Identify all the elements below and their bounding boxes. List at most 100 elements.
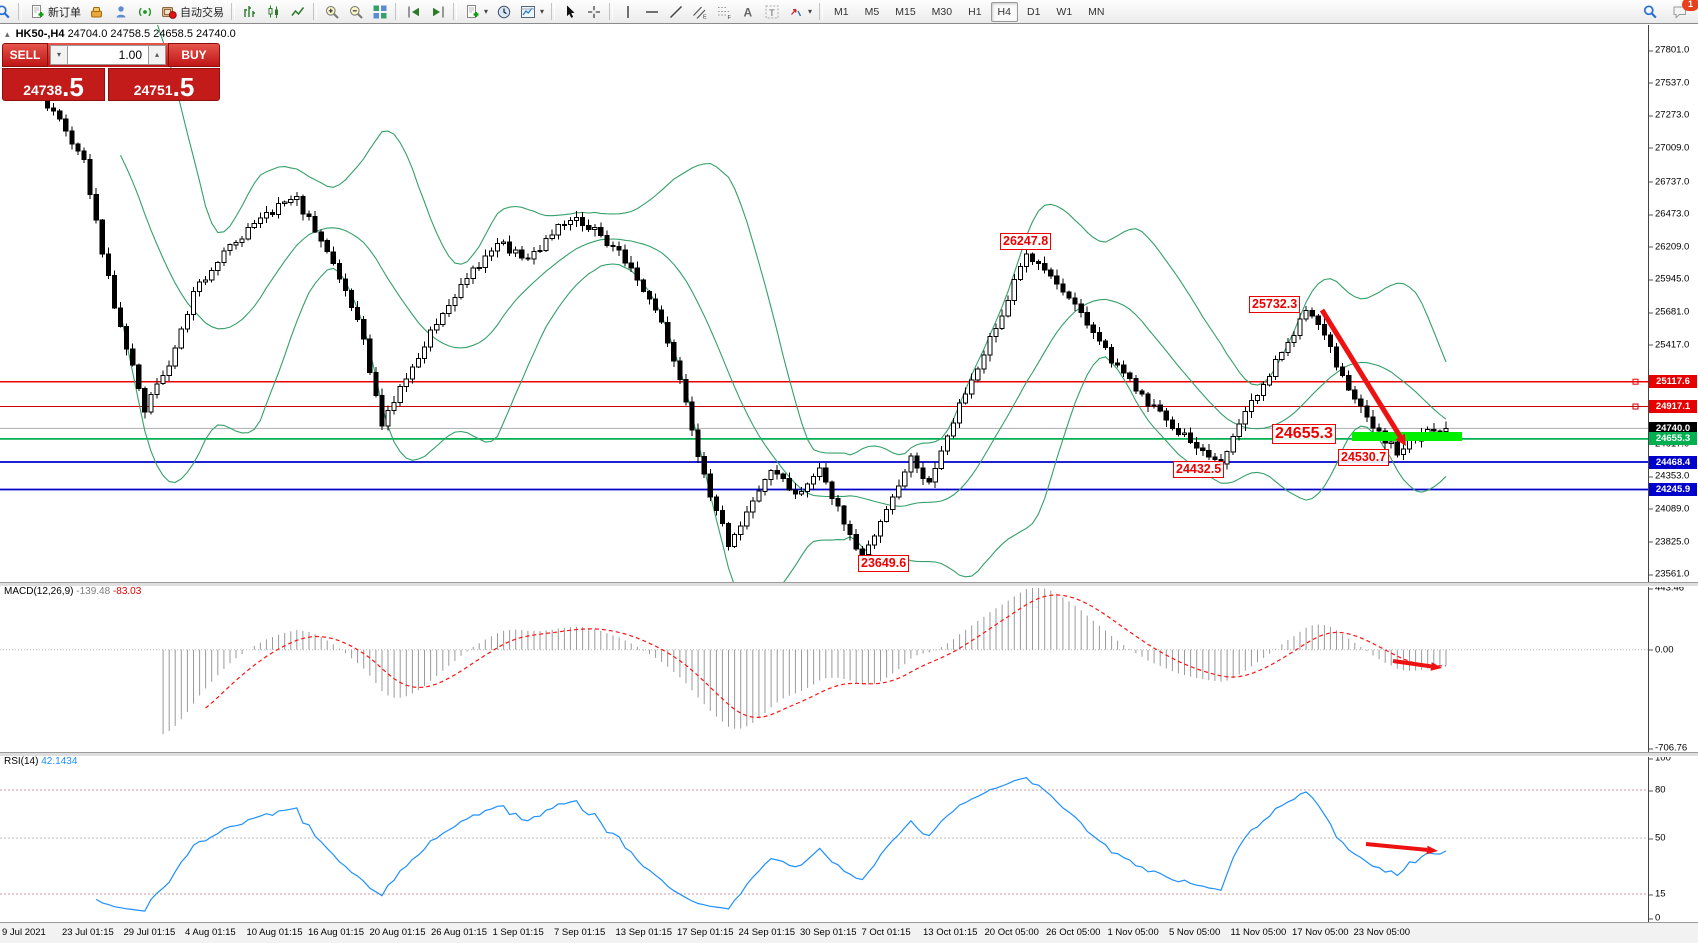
timeframe-button-d1[interactable]: D1 — [1020, 2, 1047, 22]
time-axis-label: 20 Aug 01:15 — [370, 927, 426, 938]
bar-chart-icon — [242, 4, 258, 20]
collapse-caret-icon[interactable]: ▴ — [5, 29, 10, 39]
rsi-axis-tick: 80 — [1655, 785, 1666, 796]
price-badge: 24917.1 — [1649, 400, 1697, 413]
chat-button[interactable]: 1 — [1668, 2, 1692, 22]
signals-button[interactable] — [133, 2, 157, 22]
price-badge: 24468.4 — [1649, 456, 1697, 469]
buy-price[interactable]: 24751.5 — [108, 68, 220, 101]
time-axis-label: 10 Aug 01:15 — [247, 927, 303, 938]
chart-title: ▴ HK50-,H4 24704.0 24758.5 24658.5 24740… — [5, 28, 236, 40]
timeframe-button-mn[interactable]: MN — [1081, 2, 1111, 22]
time-axis-label: 13 Oct 01:15 — [923, 927, 977, 938]
price-axis-tick: 27009.0 — [1655, 142, 1689, 153]
price-badge: 24655.3 — [1649, 432, 1697, 445]
dropdown-caret-icon[interactable]: ▾ — [808, 7, 812, 16]
price-axis-tick: 27801.0 — [1655, 45, 1689, 56]
text-icon: A — [740, 4, 756, 20]
dropdown-caret-icon[interactable]: ▾ — [540, 7, 544, 16]
price-axis-tick: 25681.0 — [1655, 307, 1689, 318]
timeframe-button-h1[interactable]: H1 — [961, 2, 988, 22]
new-chart-button[interactable]: ▾ — [460, 2, 492, 22]
price-annotation[interactable]: 26247.8 — [1000, 233, 1051, 250]
new-order-button[interactable]: 新订单 — [25, 2, 85, 22]
dropdown-caret-icon[interactable]: ▾ — [484, 7, 488, 16]
rsi-indicator-label: RSI(14) 42.1434 — [4, 756, 77, 767]
text-button[interactable]: A — [736, 2, 760, 22]
time-axis-label: 23 Nov 05:00 — [1354, 927, 1411, 938]
volume-input[interactable]: 1.00 — [68, 45, 148, 65]
price-annotation[interactable]: 24530.7 — [1338, 449, 1389, 466]
chart-shift-button[interactable] — [426, 2, 450, 22]
fibonacci-icon: F — [716, 4, 732, 20]
auto-scroll-button[interactable] — [402, 2, 426, 22]
trendline-button[interactable] — [664, 2, 688, 22]
community-button[interactable] — [109, 2, 133, 22]
channel-icon: E — [692, 4, 708, 20]
autotrade-button[interactable]: 自动交易 — [157, 2, 228, 22]
timeframe-button-m5[interactable]: M5 — [858, 2, 887, 22]
mt4-window: 新订单 自动交易 ▾ ▾ EFAT ▾ M1M5M15M30H1H4D1W1MN 1 ▴ HK… — [0, 0, 1698, 943]
sell-price[interactable]: 24738.5 — [2, 68, 105, 101]
rsi-pane-splitter[interactable] — [0, 752, 1698, 757]
timeframe-button-w1[interactable]: W1 — [1049, 2, 1079, 22]
toolbar: 新订单 自动交易 ▾ ▾ EFAT ▾ M1M5M15M30H1H4D1W1MN 1 — [0, 0, 1698, 24]
volume-increase-button[interactable]: ▴ — [148, 45, 166, 65]
candlestick-chart-icon — [266, 4, 282, 20]
buy-button[interactable]: BUY — [168, 43, 220, 67]
new-order-icon — [29, 4, 45, 20]
volume-decrease-button[interactable]: ▾ — [50, 45, 68, 65]
line-chart-button[interactable] — [286, 2, 310, 22]
timeframe-button-m15[interactable]: M15 — [888, 2, 922, 22]
horizontal-line-button[interactable] — [640, 2, 664, 22]
time-axis-label: 26 Oct 05:00 — [1046, 927, 1100, 938]
channel-button[interactable]: E — [688, 2, 712, 22]
zoom-in-button[interactable] — [320, 2, 344, 22]
timeframe-button-m30[interactable]: M30 — [925, 2, 959, 22]
price-chart-canvas[interactable] — [0, 25, 1698, 943]
market-watch-icon — [89, 4, 105, 20]
timeframe-button-h4[interactable]: H4 — [991, 2, 1018, 22]
zoom-out-button[interactable] — [344, 2, 368, 22]
price-annotation[interactable]: 24655.3 — [1272, 424, 1336, 444]
label-button[interactable]: T — [760, 2, 784, 22]
fibonacci-button[interactable]: F — [712, 2, 736, 22]
search-button[interactable] — [1638, 2, 1662, 22]
sell-button[interactable]: SELL — [2, 43, 48, 67]
market-watch-button[interactable] — [85, 2, 109, 22]
vertical-line-button[interactable] — [616, 2, 640, 22]
time-axis[interactable]: 9 Jul 202123 Jul 01:1529 Jul 01:154 Aug … — [0, 922, 1698, 943]
highlight-zone[interactable] — [1352, 432, 1462, 441]
bollinger-bands — [121, 25, 1447, 608]
tile-windows-icon — [372, 4, 388, 20]
macd-pane-splitter[interactable] — [0, 582, 1698, 587]
price-annotation[interactable]: 23649.6 — [858, 555, 909, 572]
vertical-line-icon — [620, 4, 636, 20]
tile-windows-button[interactable] — [368, 2, 392, 22]
label-icon: T — [764, 4, 780, 20]
cursor-button[interactable] — [558, 2, 582, 22]
time-axis-label: 29 Jul 01:15 — [124, 927, 176, 938]
crosshair-button[interactable] — [582, 2, 606, 22]
arrow-object[interactable] — [1366, 844, 1438, 854]
template-button[interactable]: ▾ — [516, 2, 548, 22]
time-axis-label: 11 Nov 05:00 — [1231, 927, 1287, 938]
new-chart-icon — [464, 4, 480, 20]
time-axis-label: 30 Sep 01:15 — [800, 927, 857, 938]
clipped-icon[interactable] — [0, 2, 15, 22]
period-button[interactable] — [492, 2, 516, 22]
arrow-object[interactable] — [1393, 661, 1442, 671]
community-icon — [113, 4, 129, 20]
time-axis-label: 17 Nov 05:00 — [1292, 927, 1349, 938]
time-axis-label: 24 Sep 01:15 — [739, 927, 796, 938]
candlestick-chart-button[interactable] — [262, 2, 286, 22]
price-axis-tick: 25945.0 — [1655, 274, 1689, 285]
price-annotation[interactable]: 25732.3 — [1249, 296, 1300, 313]
macd-indicator-label: MACD(12,26,9) -139.48 -83.03 — [4, 586, 141, 597]
timeframe-button-m1[interactable]: M1 — [827, 2, 856, 22]
bar-chart-button[interactable] — [238, 2, 262, 22]
toolbar-separator — [395, 3, 399, 20]
time-axis-label: 23 Jul 01:15 — [62, 927, 114, 938]
arrows-button[interactable]: ▾ — [784, 2, 816, 22]
price-annotation[interactable]: 24432.5 — [1173, 461, 1224, 478]
